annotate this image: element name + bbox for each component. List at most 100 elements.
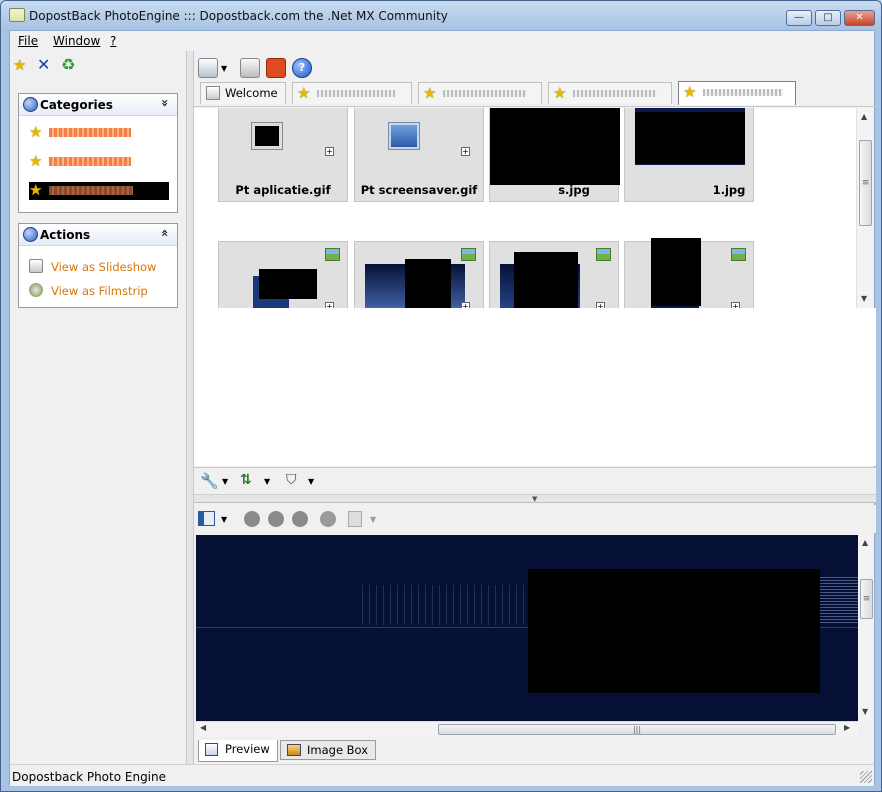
dropdown-arrow-icon[interactable]: ▼ — [221, 515, 227, 524]
scroll-down-arrow-icon[interactable]: ▼ — [862, 707, 868, 716]
close-button[interactable]: ✕ — [844, 10, 875, 26]
menu-help[interactable]: ? — [110, 34, 116, 48]
thumbnail-caption: Pt aplicatie.gif — [235, 183, 331, 197]
category-item-selected[interactable]: ★ — [29, 182, 169, 200]
actions-header[interactable]: Actions « — [19, 224, 177, 246]
app-icon — [9, 8, 25, 22]
scroll-down-arrow-icon[interactable]: ▼ — [861, 294, 867, 303]
print-icon[interactable] — [240, 58, 260, 78]
minimize-button[interactable]: — — [786, 10, 812, 26]
image-box-icon — [287, 744, 301, 756]
view-mode-icon[interactable] — [198, 511, 215, 526]
export-icon[interactable] — [348, 511, 362, 527]
star-icon[interactable]: ★ — [13, 57, 29, 73]
dropdown-arrow-icon[interactable]: ▼ — [370, 515, 376, 524]
thumbnail-caption: 1.jpg — [712, 183, 746, 197]
maximize-button[interactable]: □ — [815, 10, 841, 26]
category-item[interactable]: ★ — [29, 124, 169, 142]
image-detail — [356, 585, 556, 625]
scroll-right-arrow-icon[interactable]: ▶ — [844, 723, 850, 732]
image-preview-pane[interactable] — [196, 535, 858, 721]
categories-icon — [23, 97, 38, 112]
thumbnail[interactable]: 1.jpg — [624, 108, 754, 202]
redacted-image — [514, 252, 578, 308]
scroll-thumb[interactable]: ≡ — [859, 140, 872, 226]
status-text: Dopostback Photo Engine — [12, 770, 167, 784]
thumbnail[interactable]: + Pt aplicatie.gif — [218, 108, 348, 202]
collapse-chevron-icon[interactable]: » — [158, 99, 172, 107]
menu-file[interactable]: File — [18, 34, 38, 48]
screensaver-icon — [388, 122, 420, 150]
redacted-image — [490, 108, 620, 185]
expand-chevron-icon[interactable]: « — [158, 229, 172, 237]
redacted-label — [49, 157, 131, 166]
redacted-image — [528, 569, 820, 693]
thumbnail[interactable]: + Pt screensaver.gif — [354, 108, 484, 202]
image-detail — [820, 575, 858, 625]
filter-icon[interactable]: ⛉ — [286, 472, 297, 488]
thumbnail[interactable]: + — [489, 241, 619, 308]
thumbnail[interactable]: + — [354, 241, 484, 308]
menu-window[interactable]: Window — [53, 34, 100, 48]
thumbnail[interactable]: + — [218, 241, 348, 308]
scroll-up-arrow-icon[interactable]: ▲ — [861, 112, 867, 121]
categories-group: Categories » ★ ★ ★ — [18, 93, 178, 213]
thumbnail[interactable]: + — [624, 238, 754, 308]
star-icon: ★ — [683, 83, 697, 101]
delete-icon[interactable] — [320, 511, 336, 527]
redacted-image — [405, 259, 451, 308]
sort-icon[interactable]: ⇅ — [240, 472, 252, 488]
browser-toolbar: ▼ ? — [194, 55, 876, 79]
horizontal-splitter[interactable]: ▼ — [194, 495, 876, 503]
tab-preview[interactable]: Preview — [198, 740, 278, 762]
preview-vertical-scrollbar[interactable]: ▲ ≡ ▼ — [858, 535, 874, 721]
scroll-left-arrow-icon[interactable]: ◀ — [200, 723, 206, 732]
dropdown-arrow-icon[interactable]: ▼ — [264, 477, 270, 486]
tab-category[interactable]: ★ — [292, 82, 412, 104]
star-icon: ★ — [29, 123, 43, 141]
expand-plus-icon[interactable]: + — [461, 147, 470, 156]
first-icon[interactable] — [244, 511, 260, 527]
actions-icon — [23, 227, 38, 242]
categories-header[interactable]: Categories » — [19, 94, 177, 116]
resize-grip-icon[interactable] — [860, 771, 872, 783]
last-icon[interactable] — [268, 511, 284, 527]
dropdown-arrow-icon[interactable]: ▼ — [222, 477, 228, 486]
expand-plus-icon[interactable]: + — [325, 147, 334, 156]
scroll-thumb[interactable]: ||| — [438, 724, 836, 735]
tab-category[interactable]: ★ — [418, 82, 542, 104]
window-title: DopostBack PhotoEngine ::: Dopostback.co… — [29, 9, 448, 23]
menu-bar: File Window ? — [10, 31, 874, 51]
dropdown-arrow-icon[interactable]: ▼ — [221, 64, 227, 73]
scroll-thumb[interactable]: ≡ — [860, 579, 873, 619]
tab-category-active[interactable]: ★ — [678, 81, 796, 105]
wrench-icon[interactable]: 🔧 — [200, 472, 219, 490]
splitter-arrow-icon[interactable]: ▼ — [532, 495, 537, 503]
status-bar: Dopostback Photo Engine — [10, 764, 874, 786]
view-as-filmstrip-link[interactable]: View as Filmstrip — [51, 284, 148, 298]
redacted-label — [703, 89, 783, 96]
slideshow-icon[interactable] — [198, 58, 218, 78]
redacted-label — [49, 186, 133, 195]
preview-horizontal-scrollbar[interactable]: ◀ ||| ▶ — [196, 721, 858, 737]
thumbnail[interactable]: s.jpg — [489, 108, 620, 202]
close-x-icon[interactable]: ✕ — [37, 57, 53, 73]
tab-image-box[interactable]: Image Box — [280, 740, 376, 760]
refresh-icon[interactable]: ♻ — [61, 57, 77, 73]
redacted-image — [635, 112, 745, 164]
tab-category[interactable]: ★ — [548, 82, 672, 104]
redacted-label — [49, 128, 131, 137]
help-icon[interactable]: ? — [292, 58, 312, 78]
scroll-up-arrow-icon[interactable]: ▲ — [862, 538, 868, 547]
title-bar[interactable]: DopostBack PhotoEngine ::: Dopostback.co… — [1, 1, 881, 30]
dropdown-arrow-icon[interactable]: ▼ — [308, 477, 314, 486]
power-icon[interactable] — [266, 58, 286, 78]
redacted-image — [651, 238, 701, 306]
thumbnail-vertical-scrollbar[interactable]: ▲ ≡ ▼ — [856, 108, 874, 308]
star-icon: ★ — [29, 181, 43, 199]
vertical-splitter[interactable] — [186, 51, 194, 786]
settings-gear-icon[interactable] — [292, 511, 308, 527]
tab-welcome[interactable]: Welcome — [200, 82, 286, 104]
category-item[interactable]: ★ — [29, 153, 169, 171]
view-as-slideshow-link[interactable]: View as Slideshow — [51, 260, 156, 274]
